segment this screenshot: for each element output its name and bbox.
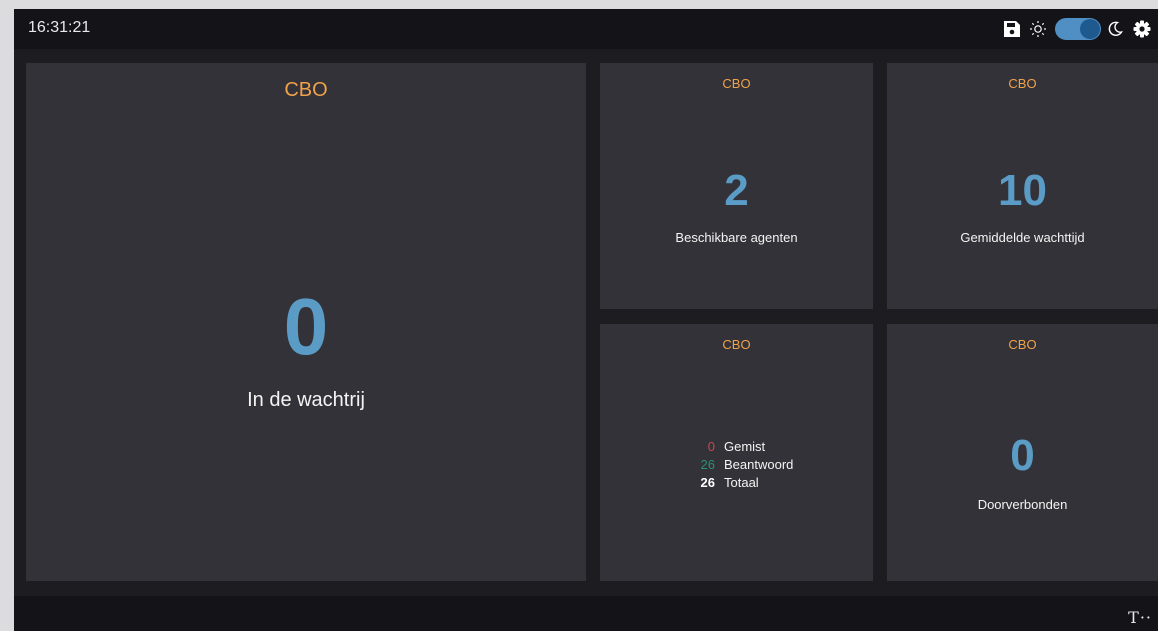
save-icon[interactable] <box>1002 9 1022 49</box>
tile-title: CBO <box>1008 76 1037 91</box>
call-stats-tile: CBO 0 Gemist 26 Beantwoord 26 Totaal <box>600 324 873 581</box>
wait-time-tile: CBO 10 Gemiddelde wachttijd <box>887 63 1158 309</box>
stat-row-answered: 26 Beantwoord <box>600 457 873 475</box>
clock: 16:31:21 <box>28 19 91 36</box>
answered-count: 26 <box>700 457 715 472</box>
theme-toggle-track <box>1055 18 1101 40</box>
missed-label: Gemist <box>724 439 766 454</box>
dashboard-app: 16:31:21 CBO 0 In de wachtrij CBO 2 Besc… <box>14 9 1158 631</box>
total-label: Totaal <box>724 475 759 490</box>
bottom-bar: T·· <box>14 596 1158 631</box>
top-bar: 16:31:21 <box>14 9 1158 49</box>
wait-time-value: 10 <box>998 166 1047 215</box>
tile-title: CBO <box>722 337 751 352</box>
stat-row-missed: 0 Gemist <box>600 439 873 457</box>
sun-icon <box>1026 9 1050 49</box>
transferred-tile: CBO 0 Doorverbonden <box>887 324 1158 581</box>
tile-title: CBO <box>722 76 751 91</box>
brand-logo: T·· <box>1128 608 1152 627</box>
stat-row-total: 26 Totaal <box>600 475 873 493</box>
queue-tile: CBO 0 In de wachtrij <box>26 63 586 581</box>
tile-title: CBO <box>1008 337 1037 352</box>
queue-count: 0 <box>283 282 329 371</box>
transferred-label: Doorverbonden <box>977 497 1068 512</box>
theme-toggle-knob <box>1080 19 1100 39</box>
theme-toggle[interactable] <box>1054 9 1102 49</box>
tile-title: CBO <box>284 79 328 101</box>
wait-time-label: Gemiddelde wachttijd <box>960 230 1085 245</box>
answered-label: Beantwoord <box>724 457 794 472</box>
missed-count: 0 <box>707 439 715 454</box>
agents-label: Beschikbare agenten <box>675 230 798 245</box>
queue-label: In de wachtrij <box>247 389 365 411</box>
agents-count: 2 <box>724 166 749 215</box>
moon-icon <box>1105 9 1125 49</box>
call-stats-list: 0 Gemist 26 Beantwoord 26 Totaal <box>600 439 873 493</box>
gear-icon[interactable] <box>1130 9 1154 49</box>
agents-tile: CBO 2 Beschikbare agenten <box>600 63 873 309</box>
transferred-count: 0 <box>1010 431 1035 480</box>
total-count: 26 <box>700 475 715 490</box>
